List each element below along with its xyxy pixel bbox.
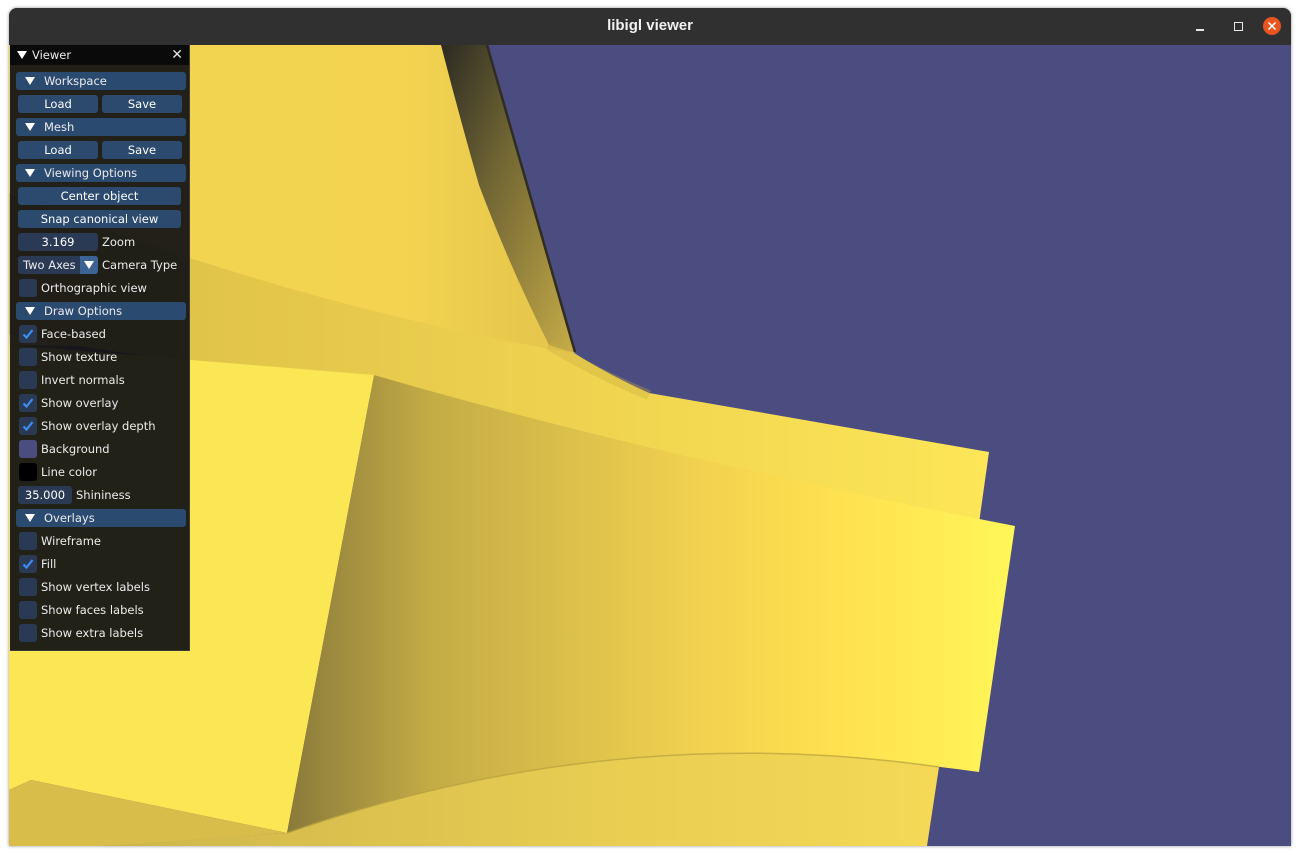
close-window-icon[interactable] <box>1263 17 1281 35</box>
viewer-menu-panel: Viewer ✕ Workspace Load Save Mesh Load S… <box>10 45 190 651</box>
panel-title: Viewer <box>32 48 72 62</box>
checkmark-icon <box>22 559 34 570</box>
title-bar[interactable]: libigl viewer <box>9 8 1291 45</box>
line-color-swatch[interactable] <box>19 463 37 481</box>
header-viewing-label: Viewing Options <box>44 166 138 180</box>
extra-labels-label: Show extra labels <box>41 626 144 640</box>
vertex-labels-label: Show vertex labels <box>41 580 150 594</box>
chevron-down-icon[interactable] <box>80 256 98 274</box>
extra-labels-checkbox[interactable] <box>19 624 37 642</box>
orthographic-checkbox[interactable] <box>19 279 37 297</box>
show-texture-label: Show texture <box>41 350 118 364</box>
checkmark-icon <box>22 329 34 340</box>
mesh-save-button[interactable]: Save <box>102 141 182 159</box>
wireframe-label: Wireframe <box>41 534 101 548</box>
header-mesh-label: Mesh <box>44 120 75 134</box>
faces-labels-label: Show faces labels <box>41 603 144 617</box>
background-label: Background <box>41 442 110 456</box>
show-texture-checkbox[interactable] <box>19 348 37 366</box>
mesh-load-button[interactable]: Load <box>18 141 98 159</box>
invert-normals-label: Invert normals <box>41 373 125 387</box>
orthographic-label: Orthographic view <box>41 281 147 295</box>
faces-labels-checkbox[interactable] <box>19 601 37 619</box>
expand-triangle-icon <box>25 77 35 85</box>
minimize-icon[interactable] <box>1191 17 1209 35</box>
camera-type-value: Two Axes <box>23 258 76 272</box>
header-draw-options[interactable]: Draw Options <box>16 302 186 320</box>
center-object-button[interactable]: Center object <box>18 187 181 205</box>
collapse-triangle-icon[interactable] <box>17 51 27 59</box>
expand-triangle-icon <box>25 514 35 522</box>
camera-type-label: Camera Type <box>102 258 178 272</box>
background-color-swatch[interactable] <box>19 440 37 458</box>
header-mesh[interactable]: Mesh <box>16 118 186 136</box>
fill-checkbox[interactable] <box>19 555 37 573</box>
face-based-checkbox[interactable] <box>19 325 37 343</box>
workspace-save-button[interactable]: Save <box>102 95 182 113</box>
checkmark-icon <box>22 421 34 432</box>
show-overlay-depth-checkbox[interactable] <box>19 417 37 435</box>
app-window: libigl viewer Viewer ✕ Workspace Load Sa… <box>9 8 1291 846</box>
header-overlays[interactable]: Overlays <box>16 509 186 527</box>
show-overlay-depth-label: Show overlay depth <box>41 419 156 433</box>
3d-viewport[interactable] <box>9 45 1291 846</box>
invert-normals-checkbox[interactable] <box>19 371 37 389</box>
snap-canonical-view-button[interactable]: Snap canonical view <box>18 210 181 228</box>
workspace-load-button[interactable]: Load <box>18 95 98 113</box>
expand-triangle-icon <box>25 307 35 315</box>
zoom-input[interactable]: 3.169 <box>18 233 98 251</box>
header-draw-label: Draw Options <box>44 304 123 318</box>
checkmark-icon <box>22 398 34 409</box>
show-overlay-checkbox[interactable] <box>19 394 37 412</box>
expand-triangle-icon <box>25 123 35 131</box>
vertex-labels-checkbox[interactable] <box>19 578 37 596</box>
window-title: libigl viewer <box>607 17 693 34</box>
header-viewing-options[interactable]: Viewing Options <box>16 164 186 182</box>
shininess-label: Shininess <box>76 488 131 502</box>
header-workspace-label: Workspace <box>44 74 107 88</box>
show-overlay-label: Show overlay <box>41 396 119 410</box>
zoom-label: Zoom <box>102 235 136 249</box>
shininess-input[interactable]: 35.000 <box>18 486 72 504</box>
wireframe-checkbox[interactable] <box>19 532 37 550</box>
panel-title-bar[interactable]: Viewer ✕ <box>10 45 189 65</box>
camera-type-select[interactable]: Two Axes <box>18 256 98 274</box>
line-color-label: Line color <box>41 465 97 479</box>
expand-triangle-icon <box>25 169 35 177</box>
fill-label: Fill <box>41 557 57 571</box>
close-panel-icon[interactable]: ✕ <box>171 47 183 63</box>
header-overlays-label: Overlays <box>44 511 95 525</box>
maximize-icon[interactable] <box>1229 17 1247 35</box>
header-workspace[interactable]: Workspace <box>16 72 186 90</box>
face-based-label: Face-based <box>41 327 106 341</box>
